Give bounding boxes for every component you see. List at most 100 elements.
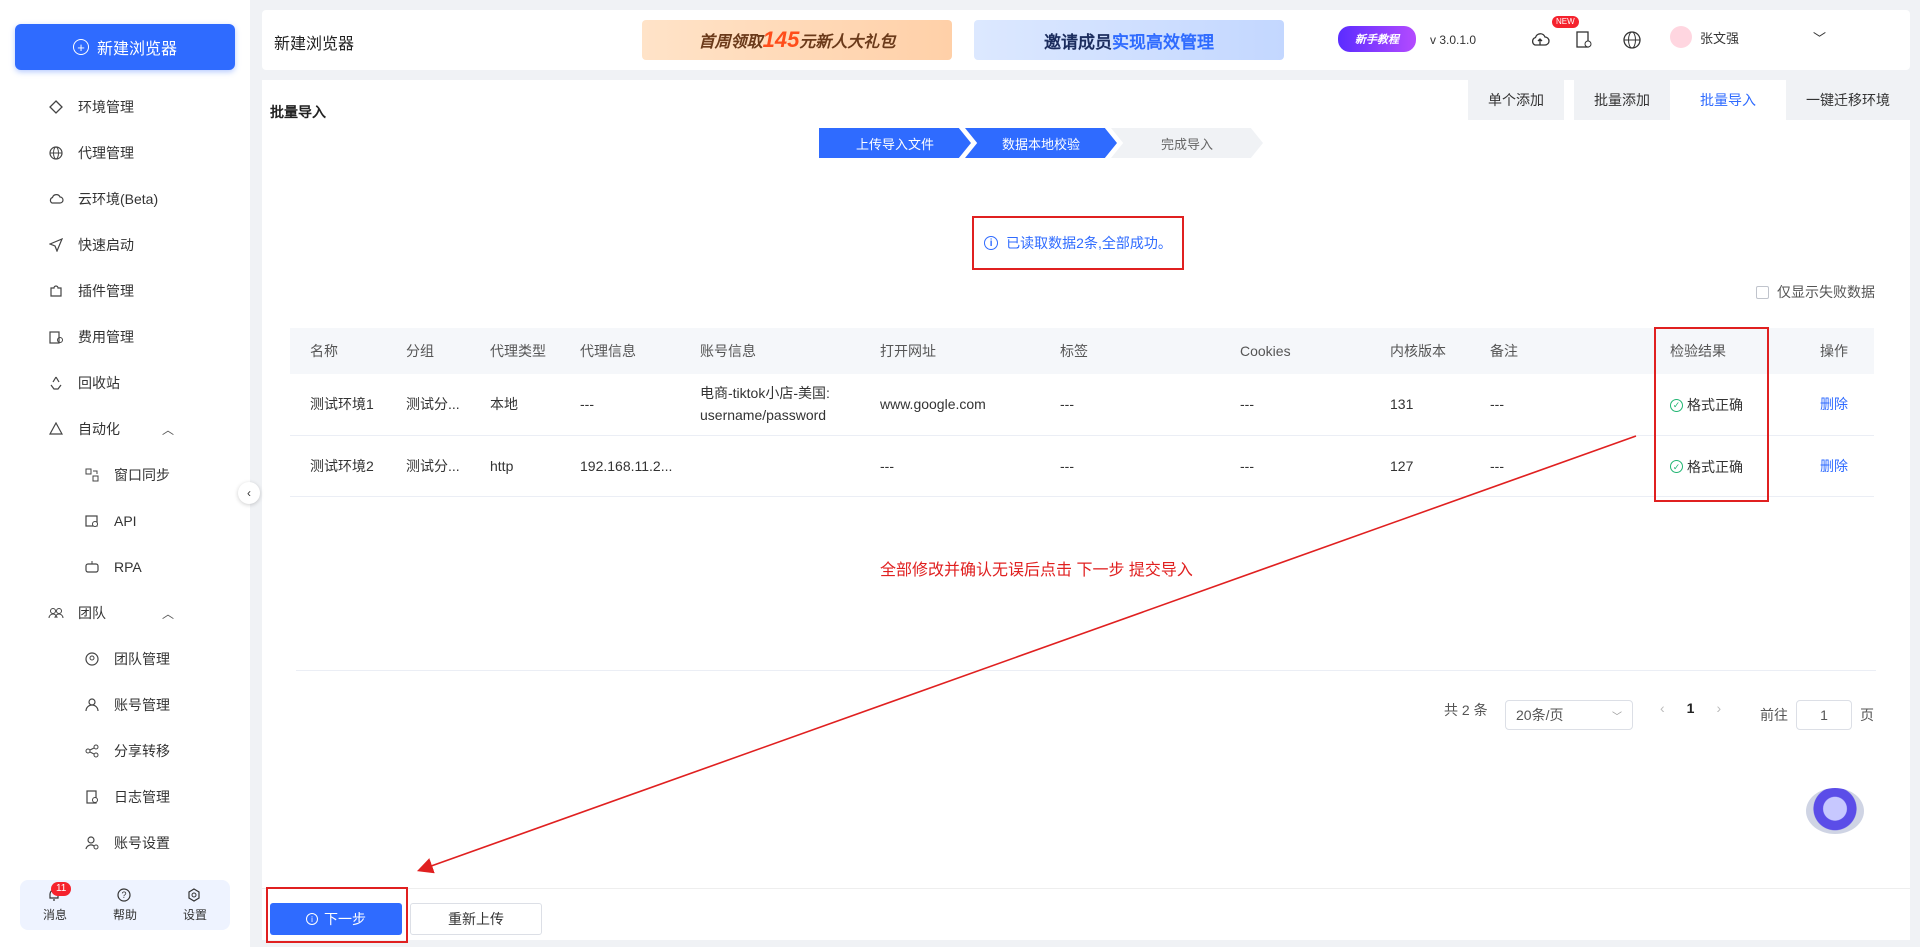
plus-circle-icon: +: [72, 39, 89, 55]
sidebar-item-label: 自动化: [78, 421, 120, 437]
share-icon: [84, 743, 100, 759]
cell-cookies: ---: [1240, 457, 1254, 474]
sidebar-item-window-sync[interactable]: 窗口同步: [0, 452, 250, 498]
page-size-select[interactable]: 20条/页 ﹀: [1505, 700, 1633, 730]
delete-link[interactable]: 删除: [1820, 396, 1848, 412]
column-header: 代理类型: [490, 343, 546, 359]
cell-result: ✓ 格式正确: [1650, 374, 1800, 435]
next-page-icon[interactable]: ›: [1716, 700, 1721, 716]
cloud-upload-icon[interactable]: [1530, 30, 1550, 50]
cell-proxy-info: ---: [580, 396, 594, 413]
pager-total-text: 共 2 条: [1444, 702, 1488, 718]
sidebar-item-team[interactable]: 团队 ︿: [0, 590, 250, 636]
header-title: 新建浏览器: [274, 36, 355, 53]
status-badge: ✓ 格式正确: [1670, 456, 1743, 478]
messages-button[interactable]: 11 消息: [42, 881, 72, 923]
banner2-pre: 邀请成员: [1044, 32, 1112, 52]
cell-result: ✓ 格式正确: [1650, 435, 1800, 496]
sidebar-item-env[interactable]: 环境管理: [0, 84, 250, 130]
cell-account-info: [680, 435, 860, 496]
page-number-current[interactable]: 1: [1687, 700, 1695, 716]
only-failed-label: 仅显示失败数据: [1777, 284, 1875, 300]
prev-page-icon[interactable]: ‹: [1660, 700, 1665, 716]
sidebar-item-account-manage[interactable]: 账号管理: [0, 682, 250, 728]
sidebar-item-label: 账号设置: [114, 835, 170, 851]
language-globe-icon[interactable]: [1622, 30, 1642, 50]
help-button[interactable]: ? 帮助: [113, 887, 137, 923]
sidebar-item-logs[interactable]: 日志管理: [0, 774, 250, 820]
cell-name: 测试环境1: [310, 396, 374, 413]
sidebar-item-label: 云环境(Beta): [78, 191, 159, 207]
user-settings-icon: [84, 835, 100, 851]
sidebar-menu: 环境管理 代理管理 云环境(Beta) 快速启动 插件管理 费用管理 回收站 自…: [0, 84, 250, 866]
page-size-dropdown[interactable]: 20条/页 ﹀: [1505, 700, 1633, 730]
tab-migrate-env[interactable]: 一键迁移环境: [1786, 80, 1910, 120]
sidebar-item-cloud[interactable]: 云环境(Beta): [0, 176, 250, 222]
automation-icon: [48, 421, 64, 437]
assistant-robot-icon[interactable]: [1806, 788, 1864, 834]
promo-banner-gift[interactable]: 首周领取 145 元新人大礼包: [642, 20, 952, 60]
help-icon: ?: [117, 887, 133, 904]
annotation-instruction: 全部修改并确认无误后点击 下一步 提交导入: [880, 562, 1193, 579]
sidebar-item-team-manage[interactable]: 团队管理: [0, 636, 250, 682]
import-steps: 上传导入文件 数据本地校验 完成导入: [819, 128, 1263, 158]
user-menu[interactable]: 张文强 ﹀: [1670, 26, 1826, 48]
checkbox[interactable]: [1756, 285, 1769, 299]
next-step-label: 下一步: [324, 911, 366, 927]
banner1-num: 145: [762, 27, 800, 52]
settings-button[interactable]: 设置: [183, 887, 207, 923]
new-browser-button[interactable]: + 新建浏览器: [15, 24, 235, 70]
sidebar-item-account-settings[interactable]: 账号设置: [0, 820, 250, 866]
sidebar: + 新建浏览器 环境管理 代理管理 云环境(Beta) 快速启动 插件管理 费用…: [0, 0, 250, 947]
reupload-button[interactable]: 重新上传: [410, 903, 542, 935]
sidebar-item-label: 窗口同步: [114, 467, 170, 483]
column-header: 内核版本: [1390, 343, 1446, 359]
sidebar-item-label: RPA: [114, 559, 142, 575]
sidebar-item-label: 插件管理: [78, 283, 134, 299]
tutorial-badge[interactable]: 新手教程: [1338, 26, 1416, 52]
sidebar-item-label: 费用管理: [78, 329, 134, 345]
next-step-button[interactable]: i 下一步: [270, 903, 402, 935]
version-text: v 3.0.1.0: [1430, 33, 1477, 47]
sidebar-item-automation[interactable]: 自动化 ︿: [0, 406, 250, 452]
sidebar-item-quick-start[interactable]: 快速启动: [0, 222, 250, 268]
messages-label: 消息: [42, 907, 67, 922]
only-failed-checkbox[interactable]: 仅显示失败数据: [1756, 282, 1875, 302]
column-header: Cookies: [1240, 343, 1291, 359]
sidebar-item-label: 账号管理: [114, 697, 170, 713]
sidebar-item-label: 团队: [78, 605, 106, 621]
cell-proxy-type: http: [490, 457, 514, 474]
tab-batch-import[interactable]: 批量导入: [1680, 80, 1776, 120]
chevron-up-icon: ︿: [161, 606, 174, 621]
import-data-table: 名称 分组 代理类型 代理信息 账号信息 打开网址 标签 Cookies 内核版…: [290, 328, 1874, 497]
sidebar-item-label: 团队管理: [114, 651, 170, 667]
sidebar-item-plugins[interactable]: 插件管理: [0, 268, 250, 314]
pager-goto: 前往 1 页: [1760, 700, 1874, 730]
cell-tag: ---: [1060, 396, 1074, 413]
sidebar-item-billing[interactable]: 费用管理: [0, 314, 250, 360]
cell-action: 删除: [1800, 374, 1874, 435]
delete-link[interactable]: 删除: [1820, 458, 1848, 474]
promo-banner-invite[interactable]: 邀请成员 实现高效管理: [974, 20, 1284, 60]
sidebar-item-recycle[interactable]: 回收站: [0, 360, 250, 406]
cell-note: ---: [1490, 457, 1504, 474]
cell-name: 测试环境2: [310, 457, 374, 474]
cell-group: 测试分...: [406, 457, 460, 474]
sidebar-item-api[interactable]: API: [0, 498, 250, 544]
sidebar-item-share[interactable]: 分享转移: [0, 728, 250, 774]
sidebar-collapse-button[interactable]: ‹: [238, 482, 260, 504]
document-icon[interactable]: [1574, 30, 1594, 50]
sidebar-item-proxy[interactable]: 代理管理: [0, 130, 250, 176]
info-icon: i: [306, 913, 318, 925]
pager-total: 共 2 条: [1444, 700, 1488, 720]
sidebar-bottom-bar: 11 消息 ? 帮助 设置: [20, 880, 230, 930]
cell-group: 测试分...: [406, 396, 460, 413]
tab-single-add[interactable]: 单个添加: [1468, 80, 1564, 120]
tab-batch-add[interactable]: 批量添加: [1574, 80, 1670, 120]
sidebar-item-rpa[interactable]: RPA: [0, 544, 250, 590]
account-line-1: 电商-tiktok小店-美国:: [700, 385, 830, 402]
chevron-down-icon: ﹀: [1813, 30, 1827, 46]
chevron-up-icon: ︿: [161, 422, 174, 437]
top-header: 新建浏览器 首周领取 145 元新人大礼包 邀请成员 实现高效管理 新手教程 v…: [262, 10, 1910, 70]
goto-page-input[interactable]: 1: [1796, 700, 1852, 730]
